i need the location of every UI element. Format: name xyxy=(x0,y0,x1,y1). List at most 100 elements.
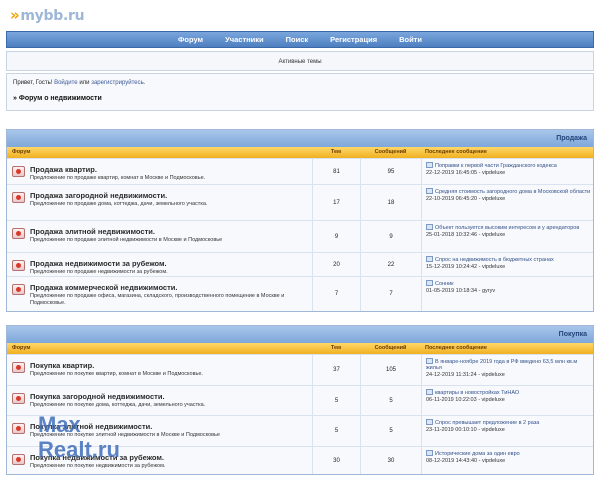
topics-count: 9 xyxy=(312,221,360,252)
topics-count: 17 xyxy=(312,185,360,220)
last-post: В январе-ноябре 2019 года в РФ введено 6… xyxy=(421,355,593,385)
forum-row: Продажа квартир. Предложение по продаже … xyxy=(7,158,593,184)
topics-count: 20 xyxy=(312,253,360,276)
breadcrumb[interactable]: » Форум о недвижимости xyxy=(13,95,587,102)
last-post-meta: 25-01-2018 10:32:46 - vipdeluxe xyxy=(426,232,506,238)
column-headers: Форум Тем Сообщений Последнее сообщение xyxy=(7,343,593,354)
forum-row: Продажа коммерческой недвижимости. Предл… xyxy=(7,276,593,311)
register-link[interactable]: зарегистрируйтесь. xyxy=(91,80,145,86)
topics-count: 5 xyxy=(312,416,360,446)
last-post-title[interactable]: В январе-ноябре 2019 года в РФ введено 6… xyxy=(426,359,577,371)
column-headers: Форум Тем Сообщений Последнее сообщение xyxy=(7,147,593,158)
post-icon[interactable] xyxy=(426,419,433,425)
post-icon[interactable] xyxy=(426,280,433,286)
forum-description: Предложение по покупке дома, коттеджа, д… xyxy=(30,402,206,408)
last-post-title[interactable]: Спрос на недвижимость в бюджетных страна… xyxy=(435,257,554,263)
last-post: Сонник 01-05-2019 10:18:34 - gyryv xyxy=(421,277,593,311)
last-post-meta: 01-05-2019 10:18:34 - gyryv xyxy=(426,288,496,294)
nav-forum[interactable]: Форум xyxy=(178,35,203,44)
logo-arrows-icon: » xyxy=(10,6,20,24)
posts-count: 5 xyxy=(360,386,421,415)
logo-text: mybb.ru xyxy=(20,8,85,24)
forum-name[interactable]: Продажа загородной недвижимости. xyxy=(30,191,207,200)
forum-info: Продажа коммерческой недвижимости. Предл… xyxy=(30,283,312,307)
forum-status-icon xyxy=(12,393,25,404)
last-post: квартиры в новостройках ТиНАО 06-11-2019… xyxy=(421,386,593,415)
col-forum: Форум xyxy=(12,345,31,351)
forum-description: Предложение по покупке квартир, комнат в… xyxy=(30,371,203,377)
active-topics-link[interactable]: Активные темы xyxy=(278,59,321,65)
last-post: Спрос превышает предложение в 2 раза 23-… xyxy=(421,416,593,446)
category-sale: Продажа Форум Тем Сообщений Последнее со… xyxy=(6,129,594,312)
category-title[interactable]: Покупка xyxy=(7,326,593,343)
last-post-title[interactable]: квартиры в новостройках ТиНАО xyxy=(435,390,519,396)
last-post-title[interactable]: Поправки к первой части Гражданского код… xyxy=(435,163,557,169)
forum-name[interactable]: Продажа квартир. xyxy=(30,165,205,174)
last-post-title[interactable]: Сонник xyxy=(435,281,454,287)
forum-cell: Продажа квартир. Предложение по продаже … xyxy=(7,159,312,184)
forum-row: Продажа недвижимости за рубежом. Предлож… xyxy=(7,252,593,276)
nav-search[interactable]: Поиск xyxy=(286,35,309,44)
forum-name[interactable]: Продажа коммерческой недвижимости. xyxy=(30,283,312,292)
forum-row: Покупка загородной недвижимости. Предлож… xyxy=(7,385,593,415)
forum-name[interactable]: Покупка загородной недвижимости. xyxy=(30,392,205,401)
posts-count: 18 xyxy=(360,185,421,220)
last-post-title[interactable]: Спрос превышает предложение в 2 раза xyxy=(435,420,539,426)
logo-bar: »mybb.ru xyxy=(0,0,600,30)
nav-register[interactable]: Регистрация xyxy=(330,35,377,44)
forum-description: Предложение по продаже дома, коттеджа, д… xyxy=(30,201,208,207)
post-icon[interactable] xyxy=(426,188,433,194)
topics-count: 5 xyxy=(312,386,360,415)
forum-cell: Покупка квартир. Предложение по покупке … xyxy=(7,355,312,385)
col-topics: Тем xyxy=(330,345,342,351)
post-icon[interactable] xyxy=(426,224,433,230)
post-icon[interactable] xyxy=(426,256,433,262)
forum-status-icon xyxy=(12,166,25,177)
forum-description: Предложение по продаже элитной недвижимо… xyxy=(30,237,223,243)
forum-status-icon xyxy=(12,362,25,373)
greeting-text: Привет, Гость! xyxy=(13,80,53,86)
post-icon[interactable] xyxy=(426,358,433,364)
login-link[interactable]: Войдите xyxy=(54,80,78,86)
last-post: Поправки к первой части Гражданского код… xyxy=(421,159,593,184)
nav-login[interactable]: Войти xyxy=(399,35,422,44)
last-post: Объект пользуется высоким интересом и у … xyxy=(421,221,593,252)
watermark: Max Realt.ru xyxy=(38,412,120,462)
nav-members[interactable]: Участники xyxy=(225,35,264,44)
last-post: Исторические дома за один евро 08-12-201… xyxy=(421,447,593,474)
forum-info: Продажа загородной недвижимости. Предлож… xyxy=(30,191,207,208)
watermark-line2: Realt.ru xyxy=(38,437,120,462)
post-icon[interactable] xyxy=(426,450,433,456)
site-logo[interactable]: »mybb.ru xyxy=(10,6,85,24)
forum-info: Продажа элитной недвижимости. Предложени… xyxy=(30,227,222,244)
topics-count: 81 xyxy=(312,159,360,184)
col-last-post: Последнее сообщение xyxy=(425,149,487,155)
posts-count: 22 xyxy=(360,253,421,276)
last-post-meta: 06-11-2019 10:22:03 - vipdeluxe xyxy=(426,397,505,403)
last-post-meta: 23-11-2019 00:10:10 - vipdeluxe xyxy=(426,427,505,433)
category-title[interactable]: Продажа xyxy=(7,130,593,147)
forum-row: Продажа загородной недвижимости. Предлож… xyxy=(7,184,593,220)
last-post-title[interactable]: Средняя стоимость загородного дома в Мос… xyxy=(435,189,590,195)
forum-info: Покупка квартир. Предложение по покупке … xyxy=(30,361,203,378)
forum-cell: Продажа загородной недвижимости. Предлож… xyxy=(7,185,312,220)
forum-cell: Покупка загородной недвижимости. Предлож… xyxy=(7,386,312,415)
forum-name[interactable]: Продажа недвижимости за рубежом. xyxy=(30,259,168,268)
forum-name[interactable]: Покупка квартир. xyxy=(30,361,203,370)
last-post: Спрос на недвижимость в бюджетных страна… xyxy=(421,253,593,276)
last-post: Средняя стоимость загородного дома в Мос… xyxy=(421,185,593,220)
forum-description: Предложение по продаже недвижимости за р… xyxy=(30,269,168,275)
forum-description: Предложение по покупке недвижимости за р… xyxy=(30,463,166,469)
forum-description: Предложение по продаже квартир, комнат в… xyxy=(30,175,206,181)
posts-count: 5 xyxy=(360,416,421,446)
last-post-title[interactable]: Исторические дома за один евро xyxy=(435,451,520,457)
col-posts: Сообщений xyxy=(374,149,407,155)
post-icon[interactable] xyxy=(426,389,433,395)
topics-count: 7 xyxy=(312,277,360,311)
forum-name[interactable]: Продажа элитной недвижимости. xyxy=(30,227,222,236)
welcome-panel: Привет, Гость! Войдите или зарегистрируй… xyxy=(6,73,594,111)
last-post-title[interactable]: Объект пользуется высоким интересом и у … xyxy=(435,225,579,231)
forum-status-icon xyxy=(12,423,25,434)
post-icon[interactable] xyxy=(426,162,433,168)
posts-count: 9 xyxy=(360,221,421,252)
